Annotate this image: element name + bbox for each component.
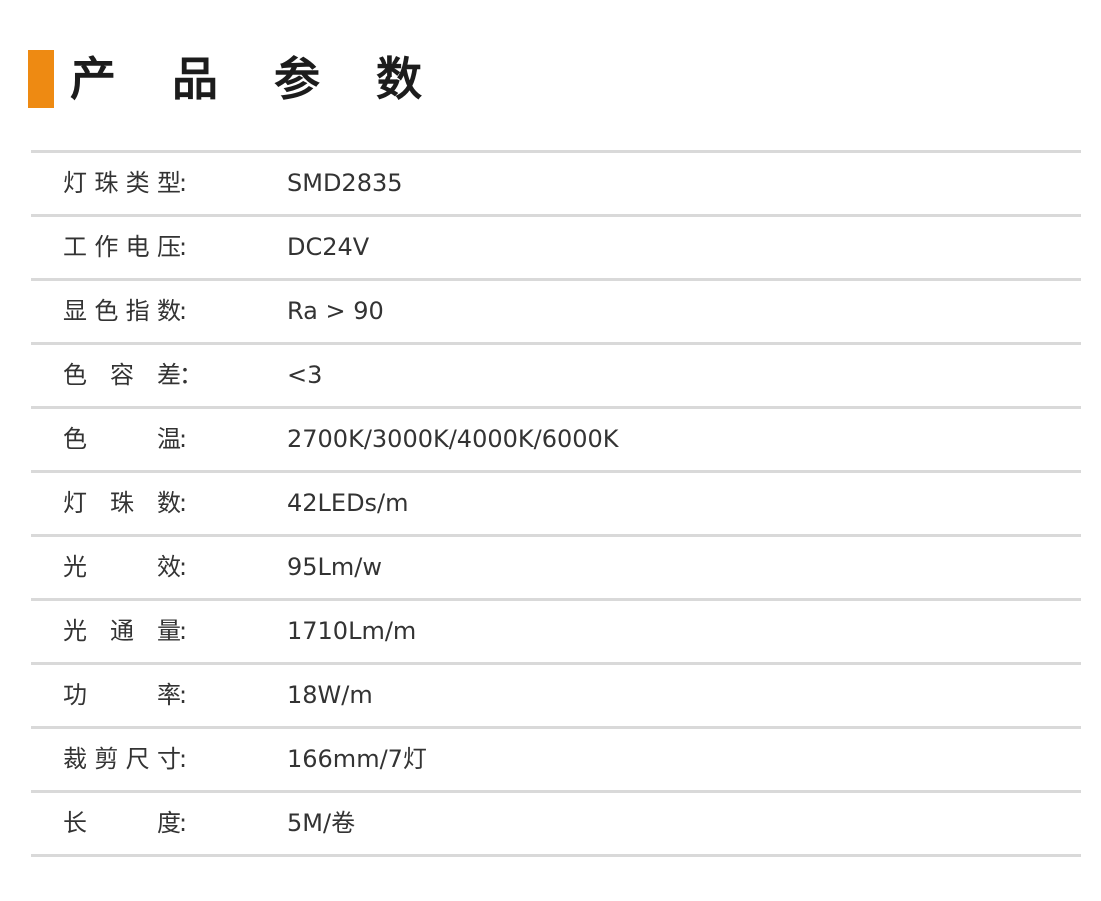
spec-label: 功率 [63, 681, 181, 709]
spec-colon: : [179, 425, 188, 453]
spec-colon: : [179, 617, 188, 645]
spec-value: DC24V [287, 233, 370, 261]
spec-label: 灯珠类型 [63, 169, 181, 197]
spec-label: 光通量 [63, 617, 181, 645]
spec-colon: : [179, 489, 188, 517]
spec-value: <3 [287, 361, 323, 389]
spec-row-cut-size: 裁剪尺寸 : 166mm/7灯 [31, 729, 1081, 790]
spec-colon: : [179, 745, 188, 773]
table-divider [31, 854, 1081, 857]
spec-label: 显色指数 [63, 297, 181, 325]
spec-colon: : [179, 233, 188, 261]
spec-row-led-count: 灯珠数 : 42LEDs/m [31, 473, 1081, 534]
spec-value: 95Lm/w [287, 553, 383, 581]
spec-row-color-tolerance: 色容差 ： <3 [31, 345, 1081, 406]
spec-row-efficacy: 光效 : 95Lm/w [31, 537, 1081, 598]
spec-label: 光效 [63, 553, 181, 581]
spec-colon: : [179, 297, 188, 325]
spec-row-luminous-flux: 光通量 : 1710Lm/m [31, 601, 1081, 662]
spec-row-power: 功率 : 18W/m [31, 665, 1081, 726]
spec-value: 2700K/3000K/4000K/6000K [287, 425, 619, 453]
spec-colon: : [179, 681, 188, 709]
spec-row-length: 长度 : 5M/卷 [31, 793, 1081, 854]
spec-colon: : [179, 553, 188, 581]
spec-colon: : [179, 809, 188, 837]
spec-label: 裁剪尺寸 [63, 745, 181, 773]
spec-label: 长度 [63, 809, 181, 837]
spec-row-led-type: 灯珠类型 : SMD2835 [31, 153, 1081, 214]
spec-label: 色容差 [63, 361, 181, 389]
spec-colon: : [179, 169, 188, 197]
spec-row-voltage: 工作电压 : DC24V [31, 217, 1081, 278]
spec-row-color-temperature: 色温 : 2700K/3000K/4000K/6000K [31, 409, 1081, 470]
spec-value: SMD2835 [287, 169, 403, 197]
spec-value: 1710Lm/m [287, 617, 417, 645]
spec-label: 工作电压 [63, 233, 181, 261]
spec-value: 18W/m [287, 681, 373, 709]
spec-value: 42LEDs/m [287, 489, 409, 517]
title-accent-bar [28, 50, 54, 108]
spec-row-cri: 显色指数 : Ra > 90 [31, 281, 1081, 342]
spec-value: 5M/卷 [287, 809, 356, 837]
spec-value: Ra > 90 [287, 297, 384, 325]
spec-label: 色温 [63, 425, 181, 453]
spec-table: 灯珠类型 : SMD2835 工作电压 : DC24V 显色指数 : Ra > … [31, 150, 1081, 857]
spec-colon: ： [179, 361, 203, 389]
spec-value: 166mm/7灯 [287, 745, 427, 773]
page-title: 产 品 参 数 [70, 52, 443, 106]
spec-label: 灯珠数 [63, 489, 181, 517]
